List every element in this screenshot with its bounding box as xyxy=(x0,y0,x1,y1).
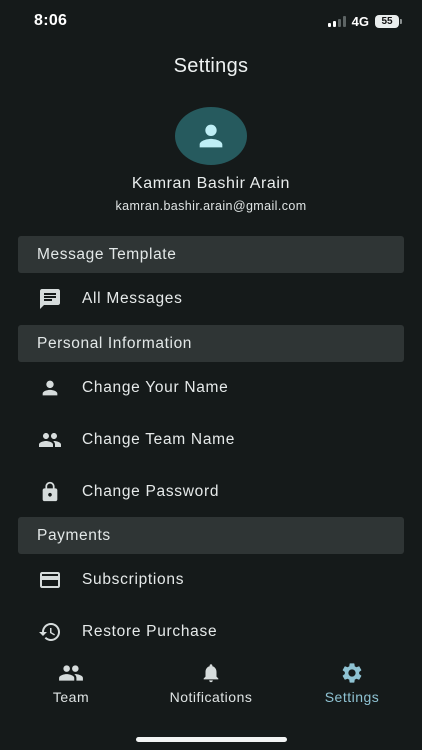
settings-item-label: Subscriptions xyxy=(82,571,185,588)
settings-item-label: Restore Purchase xyxy=(82,623,218,640)
lock-icon xyxy=(38,480,62,504)
section-header-personal-information: Personal Information xyxy=(18,325,404,362)
user-name: Kamran Bashir Arain xyxy=(131,175,291,192)
history-icon xyxy=(38,620,62,644)
battery-level: 55 xyxy=(375,14,399,28)
settings-item-label: All Messages xyxy=(82,290,183,307)
section-header-message-template: Message Template xyxy=(18,236,404,273)
tab-bar: Team Notifications Settings xyxy=(0,656,422,716)
settings-item-change-team-name[interactable]: Change Team Name xyxy=(0,418,422,462)
network-type: 4G xyxy=(351,13,369,29)
tab-notifications[interactable]: Notifications xyxy=(156,656,266,712)
tab-label: Team xyxy=(52,689,90,705)
settings-item-all-messages[interactable]: All Messages xyxy=(0,277,422,321)
tab-label: Settings xyxy=(324,689,380,705)
group-icon xyxy=(58,661,84,685)
settings-item-label: Change Team Name xyxy=(82,431,236,448)
tab-team[interactable]: Team xyxy=(36,656,106,712)
section-header-payments: Payments xyxy=(18,517,404,554)
message-icon xyxy=(38,287,62,311)
settings-item-label: Change Password xyxy=(82,483,220,500)
home-indicator xyxy=(136,737,287,742)
group-icon xyxy=(38,428,62,452)
signal-icon xyxy=(327,15,346,27)
status-indicators: 4G 55 xyxy=(327,13,402,29)
user-email: kamran.bashir.arain@gmail.com xyxy=(115,199,307,213)
settings-item-subscriptions[interactable]: Subscriptions xyxy=(0,558,422,602)
battery-icon: 55 xyxy=(375,14,402,28)
bell-icon xyxy=(200,661,222,685)
person-icon xyxy=(199,124,223,148)
credit-card-icon xyxy=(38,568,62,592)
page-title: Settings xyxy=(173,55,249,77)
settings-item-restore-purchase[interactable]: Restore Purchase xyxy=(0,610,422,654)
settings-item-change-your-name[interactable]: Change Your Name xyxy=(0,366,422,410)
settings-item-label: Change Your Name xyxy=(82,379,229,396)
tab-settings[interactable]: Settings xyxy=(312,656,392,712)
person-icon xyxy=(38,376,62,400)
gear-icon xyxy=(340,661,364,685)
status-bar: 8:06 4G 55 xyxy=(0,0,422,44)
tab-label: Notifications xyxy=(169,689,253,705)
status-time: 8:06 xyxy=(34,12,68,29)
avatar[interactable] xyxy=(175,107,247,165)
settings-item-change-password[interactable]: Change Password xyxy=(0,470,422,514)
